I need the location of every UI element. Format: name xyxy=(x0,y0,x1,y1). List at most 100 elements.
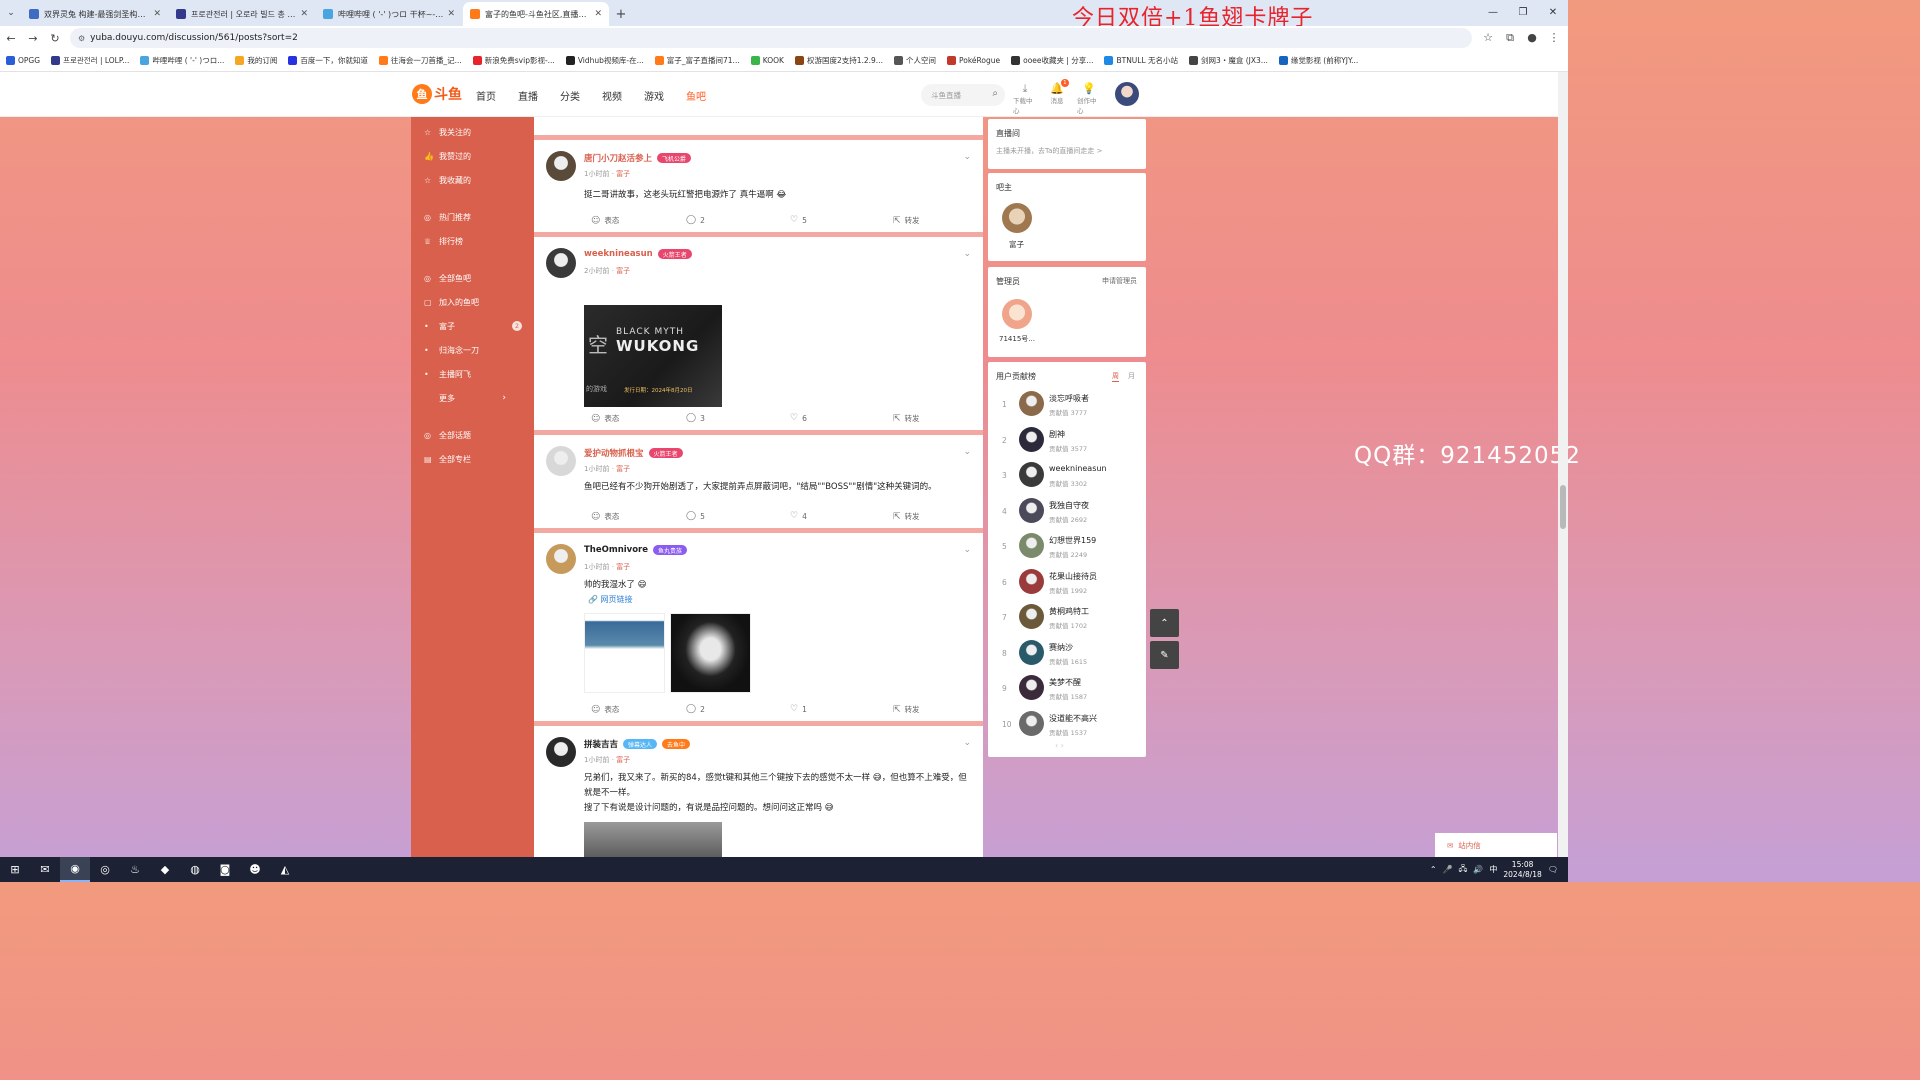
bookmark-item[interactable]: 我的订阅 xyxy=(235,55,277,66)
rank-row[interactable]: 4 我独自守夜 贡献值 2692 xyxy=(988,495,1146,530)
rank-name[interactable]: 没道能不高兴 xyxy=(1049,713,1097,724)
rank-name[interactable]: 美梦不醒 xyxy=(1049,677,1081,688)
rank-avatar[interactable] xyxy=(1019,675,1044,700)
rank-tab-week[interactable]: 周 xyxy=(1112,371,1119,382)
message-box[interactable]: ✉ 站内信 xyxy=(1435,833,1557,857)
tab-list-chevron-icon[interactable]: ⌄ xyxy=(0,0,22,26)
post-menu-chevron-icon[interactable]: ⌄ xyxy=(963,447,971,457)
post-avatar[interactable] xyxy=(546,737,576,767)
react-button[interactable]: ☺ 表态 xyxy=(591,215,619,226)
page-scrollbar[interactable] xyxy=(1558,72,1568,857)
bookmark-item[interactable]: 个人空间 xyxy=(893,55,936,66)
rank-name[interactable]: 黄桐鸡特工 xyxy=(1049,606,1089,617)
extensions-icon[interactable]: ⧉ xyxy=(1502,31,1518,45)
live-room-link[interactable]: 主播未开播，去Ta的直播间走走 > xyxy=(996,146,1103,156)
rank-avatar[interactable] xyxy=(1019,568,1044,594)
taskbar-netease-icon[interactable]: ◙ xyxy=(210,857,240,882)
network-icon[interactable]: 🖧 xyxy=(1458,863,1467,877)
forward-icon[interactable]: → xyxy=(22,32,44,45)
rank-row[interactable]: 2 剧神 贡献值 3577 xyxy=(988,424,1146,459)
bookmark-item[interactable]: 剑网3・魔盒 (JX3... xyxy=(1189,55,1268,66)
apply-admin-link[interactable]: 申请管理员 xyxy=(1102,276,1137,286)
admin-name[interactable]: 71415号... xyxy=(999,334,1035,344)
tab-close-icon[interactable]: ✕ xyxy=(594,9,602,19)
taskbar-app-8-icon[interactable]: ◭ xyxy=(270,857,300,882)
rank-row[interactable]: 8 赛纳沙 贡献值 1615 xyxy=(988,637,1146,672)
clock[interactable]: 15:08 2024/8/18 xyxy=(1503,860,1541,880)
new-tab-button[interactable]: + xyxy=(610,2,632,26)
sidebar-item[interactable]: ◎ 热门推荐 xyxy=(411,205,534,229)
comment-button[interactable]: ◯ 3 xyxy=(686,413,705,423)
like-button[interactable]: ♡ 6 xyxy=(790,413,807,423)
taskbar-steam-icon[interactable]: ♨ xyxy=(120,857,150,882)
share-button[interactable]: ⇱ 转发 xyxy=(893,704,920,715)
share-button[interactable]: ⇱ 转发 xyxy=(893,413,920,424)
site-info-icon[interactable]: ⚙ xyxy=(78,34,85,43)
bookmark-item[interactable]: ooee收藏夹 | 分享... xyxy=(1011,55,1093,66)
post-bar-link[interactable]: 富子 xyxy=(616,170,630,178)
rank-avatar[interactable] xyxy=(1019,639,1044,665)
rank-row[interactable]: 6 花果山接待员 贡献值 1992 xyxy=(988,566,1146,601)
share-button[interactable]: ⇱ 转发 xyxy=(893,215,920,226)
post-image-wukong[interactable]: 空 BLACK MYTH WUKONG 发行日期：2024年8月20日 的游戏 xyxy=(584,305,722,407)
sidebar-item[interactable]: • 归海念一刀 xyxy=(411,338,534,362)
rank-name[interactable]: 幻想世界159 xyxy=(1049,535,1096,546)
post-bar-link[interactable]: 富子 xyxy=(616,465,630,473)
sidebar-item[interactable]: ▢ 加入的鱼吧 xyxy=(411,290,534,314)
rank-name[interactable]: 淡忘呼吸者 xyxy=(1049,393,1089,404)
post-author[interactable]: 拼装吉吉 弹幕达人 去鱼中 xyxy=(584,738,691,750)
post-avatar[interactable] xyxy=(546,544,576,574)
rank-row[interactable]: 9 美梦不醒 贡献值 1587 xyxy=(988,672,1146,707)
sidebar-item[interactable]: ◎ 全部话题 xyxy=(411,423,534,447)
profile-icon[interactable]: ● xyxy=(1524,31,1540,45)
taskbar-app-7-icon[interactable]: ☻ xyxy=(240,857,270,882)
taskbar-app-4-icon[interactable]: ◆ xyxy=(150,857,180,882)
bookmark-item[interactable]: 缘觉影视 (前称YJY... xyxy=(1278,55,1358,66)
bookmark-item[interactable]: Vidhub视频库-在... xyxy=(565,55,644,66)
like-button[interactable]: ♡ 1 xyxy=(790,704,807,714)
tab-close-icon[interactable]: ✕ xyxy=(447,9,455,19)
search-input[interactable]: 斗鱼直播 ⌕ xyxy=(921,84,1005,106)
rank-name[interactable]: 剧神 xyxy=(1049,429,1065,440)
start-icon[interactable]: ⊞ xyxy=(0,857,30,882)
user-avatar[interactable] xyxy=(1115,82,1139,106)
browser-tab[interactable]: 哔哩哔哩 ( '-' )つロ 干杯~-bili... ✕ xyxy=(316,2,462,26)
rank-tab-month[interactable]: 月 xyxy=(1128,371,1135,381)
browser-tab[interactable]: 富子的鱼吧-斗鱼社区,直播趣闻分... ✕ xyxy=(463,2,609,26)
post-author[interactable]: weeknineasun 火箭王者 xyxy=(584,249,692,259)
sidebar-item[interactable]: ♕ 排行榜 xyxy=(411,229,534,253)
like-button[interactable]: ♡ 5 xyxy=(790,215,807,225)
share-button[interactable]: ⇱ 转发 xyxy=(893,511,920,522)
browser-tab[interactable]: 프로관전러 | 오로라 빌드 총 이... ✕ xyxy=(169,2,315,26)
search-icon[interactable]: ⌕ xyxy=(992,88,998,99)
sidebar-item[interactable]: ◎ 全部鱼吧 xyxy=(411,266,534,290)
bookmark-item[interactable]: 哔哩哔哩 ( '-' )つロ... xyxy=(140,55,224,66)
rank-row[interactable]: 1 淡忘呼吸者 贡献值 3777 xyxy=(988,388,1146,423)
nav-item[interactable]: 视频 xyxy=(602,88,622,103)
header-download-button[interactable]: ⤓ 下载中心 xyxy=(1013,82,1037,115)
react-button[interactable]: ☺ 表态 xyxy=(591,704,619,715)
rank-row[interactable]: 7 黄桐鸡特工 贡献值 1702 xyxy=(988,601,1146,636)
bookmark-item[interactable]: BTNULL 无名小站 xyxy=(1104,55,1178,66)
post-thumbnail-2[interactable] xyxy=(670,613,751,693)
sidebar-item[interactable]: ☆ 我收藏的 xyxy=(411,168,534,192)
douyu-logo[interactable]: 鱼 斗鱼 xyxy=(412,84,462,104)
react-button[interactable]: ☺ 表态 xyxy=(591,413,619,424)
web-link[interactable]: 🔗 网页链接 xyxy=(588,594,633,605)
rank-row[interactable]: 5 幻想世界159 贡献值 2249 xyxy=(988,530,1146,565)
post-thumbnail-1[interactable] xyxy=(584,613,665,693)
bookmark-item[interactable]: 프로관전러 | LOLP... xyxy=(51,55,129,66)
post-author[interactable]: TheOmnivore 鱼丸贵族 xyxy=(584,545,688,555)
rank-name[interactable]: 我独自守夜 xyxy=(1049,500,1089,511)
browser-tab[interactable]: 双界灵兔 构建-最强剑圣构建... ✕ xyxy=(22,2,168,26)
bookmark-item[interactable]: 往海会一刀首播_记... xyxy=(378,55,462,66)
rank-avatar[interactable] xyxy=(1019,426,1044,452)
bookmark-item[interactable]: 权游国度2支持1.2.9... xyxy=(794,55,883,66)
back-icon[interactable]: ← xyxy=(0,32,22,45)
restore-icon[interactable]: ❐ xyxy=(1508,0,1538,24)
nav-item[interactable]: 游戏 xyxy=(644,88,664,103)
rank-name[interactable]: 花果山接待员 xyxy=(1049,571,1097,582)
owner-avatar[interactable] xyxy=(1002,203,1032,233)
rank-avatar[interactable] xyxy=(1019,604,1044,629)
post-avatar[interactable] xyxy=(546,248,576,278)
